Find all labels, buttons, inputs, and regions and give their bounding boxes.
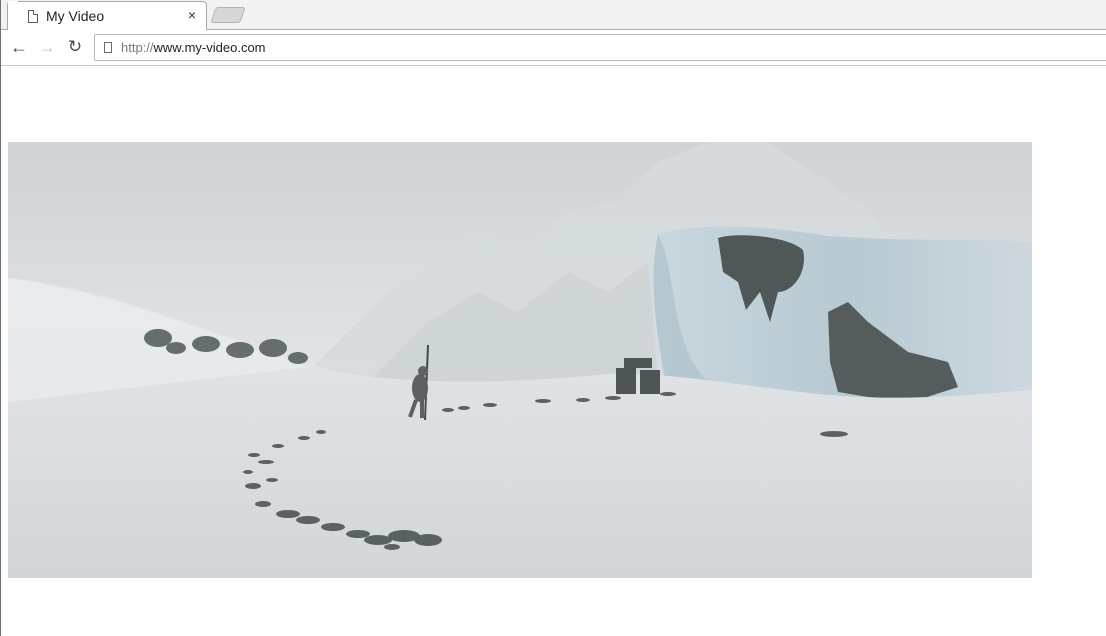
forward-arrow-icon[interactable]: →: [35, 36, 59, 58]
toolbar: ← → ↻ http://www.my-video.com: [1, 30, 1106, 66]
page-content: [1, 67, 1106, 636]
url-text: http://www.my-video.com: [121, 40, 266, 55]
page-icon: [104, 42, 112, 53]
address-bar[interactable]: http://www.my-video.com: [94, 34, 1106, 61]
url-scheme: http://: [121, 40, 154, 55]
tab-my-video[interactable]: My Video ×: [7, 1, 207, 31]
back-arrow-icon[interactable]: ←: [7, 36, 31, 58]
browser-window: My Video × ← → ↻ http://www.my-video.com: [0, 0, 1106, 636]
reload-icon[interactable]: ↻: [63, 36, 87, 58]
url-host: www.my-video.com: [153, 40, 266, 55]
tab-title: My Video: [46, 8, 105, 24]
page-icon: [28, 10, 38, 23]
video-player[interactable]: [8, 142, 1032, 578]
close-icon[interactable]: ×: [184, 7, 200, 23]
tab-strip: My Video ×: [1, 0, 1106, 31]
new-tab-button[interactable]: [210, 7, 246, 23]
video-frame: [8, 142, 1032, 578]
